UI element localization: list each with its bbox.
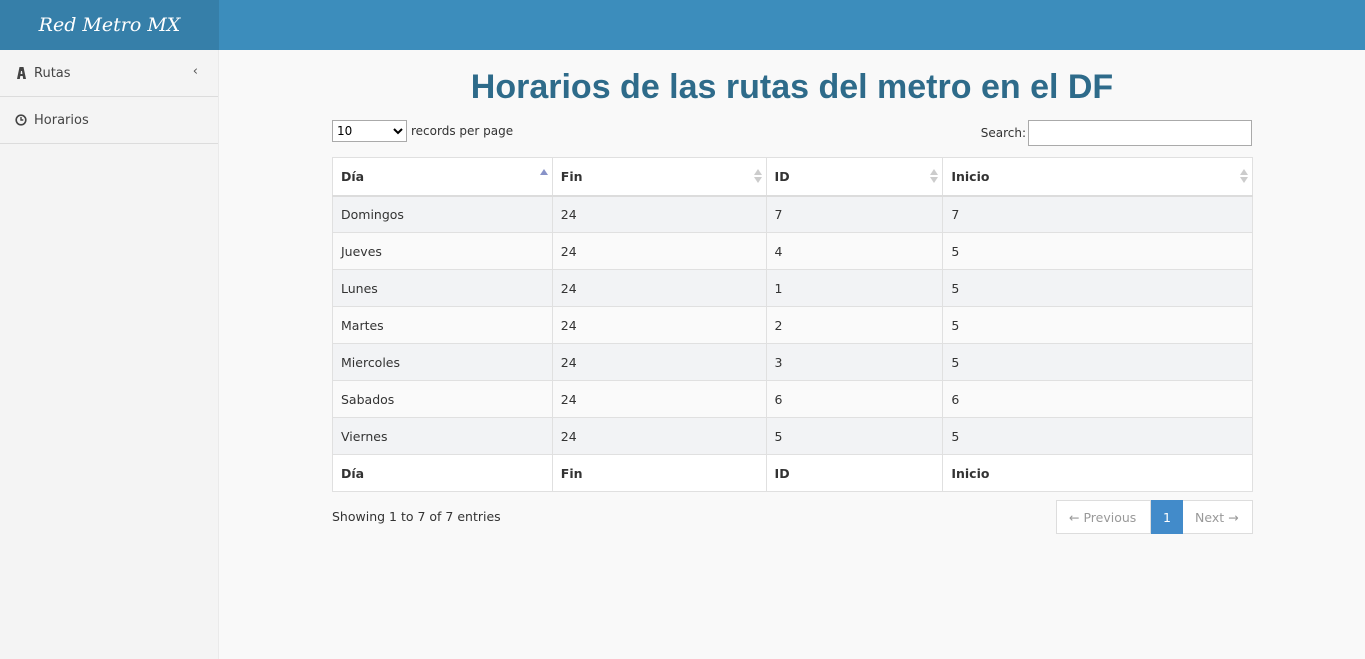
column-header-inicio[interactable]: Inicio bbox=[942, 157, 1253, 197]
table-search: Search: bbox=[981, 120, 1252, 146]
column-header-id[interactable]: ID bbox=[765, 157, 944, 197]
table-info: Showing 1 to 7 of 7 entries bbox=[332, 509, 501, 524]
sidebar-item-label: Rutas bbox=[34, 65, 71, 81]
cell-fin: 24 bbox=[551, 232, 767, 270]
cell-id: 5 bbox=[765, 417, 944, 455]
brand-logo[interactable]: Red Metro MX bbox=[0, 0, 219, 50]
previous-page-button[interactable]: ← Previous bbox=[1056, 500, 1151, 534]
cell-fin: 24 bbox=[551, 343, 767, 381]
column-header-dia[interactable]: Día bbox=[332, 157, 553, 197]
table-row: Lunes 24 1 5 bbox=[332, 269, 1253, 307]
sidebar-item-horarios[interactable]: Horarios bbox=[0, 97, 218, 144]
table-row: Jueves 24 4 5 bbox=[332, 232, 1253, 270]
sidebar-item-rutas[interactable]: Rutas ‹ bbox=[0, 50, 218, 97]
table-row: Domingos 24 7 7 bbox=[332, 195, 1253, 233]
cell-fin: 24 bbox=[551, 306, 767, 344]
column-header-fin[interactable]: Fin bbox=[551, 157, 767, 197]
footer-fin: Fin bbox=[551, 454, 767, 492]
cell-fin: 24 bbox=[551, 269, 767, 307]
table-row: Viernes 24 5 5 bbox=[332, 417, 1253, 455]
sidebar: Rutas ‹ Horarios bbox=[0, 50, 219, 659]
page-1-button[interactable]: 1 bbox=[1151, 500, 1183, 534]
cell-id: 3 bbox=[765, 343, 944, 381]
search-label: Search: bbox=[980, 126, 1026, 140]
cell-dia: Domingos bbox=[332, 195, 553, 233]
cell-dia: Sabados bbox=[332, 380, 553, 418]
cell-fin: 24 bbox=[551, 195, 767, 233]
cell-inicio: 5 bbox=[942, 232, 1253, 270]
sort-ascending-icon bbox=[539, 167, 548, 185]
clock-icon bbox=[14, 113, 28, 127]
table-footer-row: Día Fin ID Inicio bbox=[332, 454, 1253, 492]
pagination: ← Previous 1 Next → bbox=[1056, 500, 1253, 534]
table-row: Martes 24 2 5 bbox=[332, 306, 1253, 344]
cell-inicio: 5 bbox=[942, 269, 1253, 307]
cell-inicio: 5 bbox=[942, 343, 1253, 381]
cell-id: 6 bbox=[765, 380, 944, 418]
cell-inicio: 7 bbox=[942, 195, 1253, 233]
chevron-left-icon[interactable]: ‹ bbox=[193, 64, 198, 79]
next-page-button[interactable]: Next → bbox=[1183, 500, 1253, 534]
table-row: Sabados 24 6 6 bbox=[332, 380, 1253, 418]
footer-dia: Día bbox=[332, 454, 553, 492]
cell-inicio: 5 bbox=[942, 417, 1253, 455]
cell-dia: Jueves bbox=[332, 232, 553, 270]
page-title: Horarios de las rutas del metro en el DF bbox=[470, 68, 1114, 106]
cell-dia: Lunes bbox=[332, 269, 553, 307]
cell-dia: Martes bbox=[332, 306, 553, 344]
table-row: Miercoles 24 3 5 bbox=[332, 343, 1253, 381]
sort-icon bbox=[753, 167, 762, 185]
road-icon bbox=[14, 66, 28, 80]
main-content: Horarios de las rutas del metro en el DF… bbox=[219, 50, 1365, 659]
sort-icon bbox=[930, 167, 939, 185]
cell-id: 7 bbox=[765, 195, 944, 233]
cell-fin: 24 bbox=[551, 380, 767, 418]
cell-fin: 24 bbox=[551, 417, 767, 455]
cell-dia: Viernes bbox=[332, 417, 553, 455]
search-input[interactable] bbox=[1028, 120, 1252, 146]
page-length-select[interactable]: 10 bbox=[332, 120, 407, 142]
sidebar-item-label: Horarios bbox=[34, 112, 89, 128]
records-per-page: 10 records per page bbox=[332, 120, 513, 142]
cell-inicio: 5 bbox=[942, 306, 1253, 344]
schedule-table: Día Fin ID Inicio Domingos 24 7 7 Jueves… bbox=[332, 157, 1253, 492]
footer-inicio: Inicio bbox=[942, 454, 1253, 492]
sort-icon bbox=[1240, 167, 1248, 185]
records-per-page-label: records per page bbox=[411, 124, 514, 138]
cell-id: 4 bbox=[765, 232, 944, 270]
cell-id: 1 bbox=[765, 269, 944, 307]
cell-dia: Miercoles bbox=[332, 343, 553, 381]
cell-id: 2 bbox=[765, 306, 944, 344]
footer-id: ID bbox=[765, 454, 944, 492]
cell-inicio: 6 bbox=[942, 380, 1253, 418]
